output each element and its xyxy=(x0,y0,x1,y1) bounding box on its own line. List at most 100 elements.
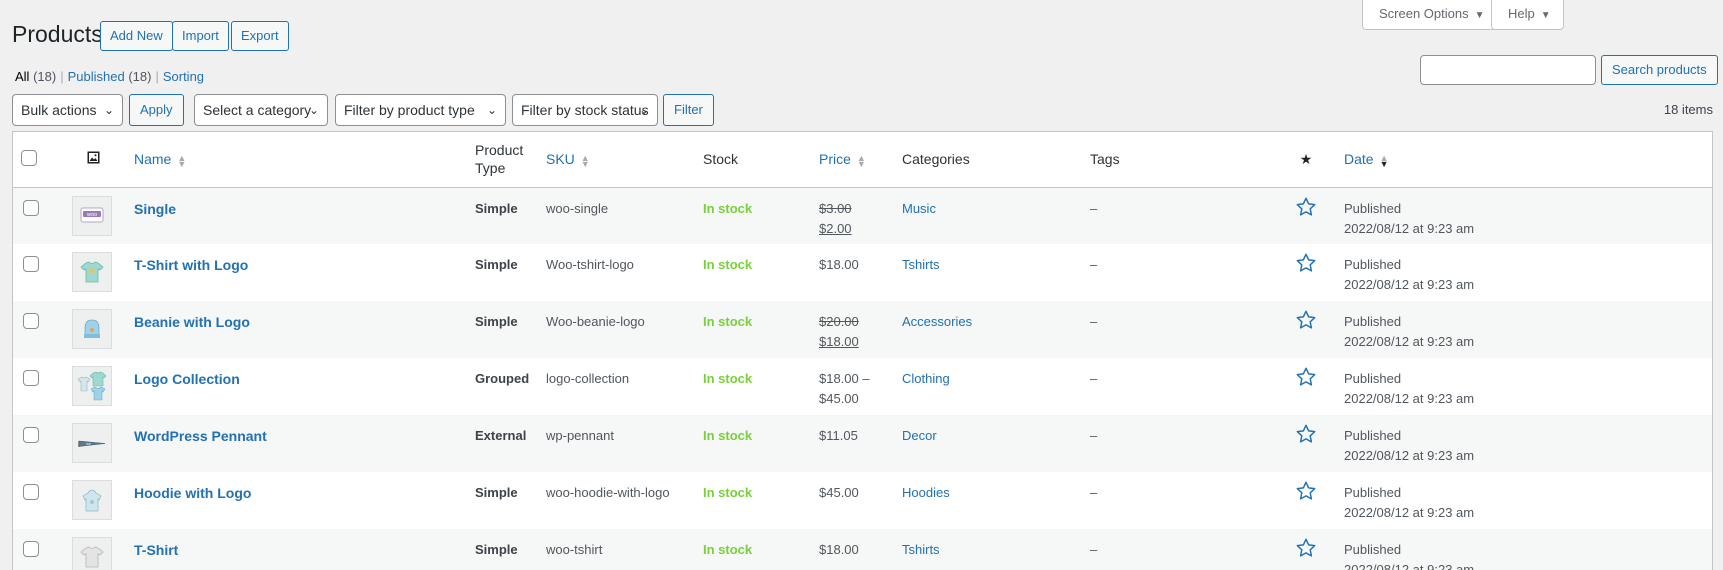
view-sorting[interactable]: Sorting xyxy=(163,69,204,84)
star-outline-icon[interactable] xyxy=(1295,480,1317,502)
post-status: Published xyxy=(1344,257,1402,272)
image-icon xyxy=(87,151,99,164)
column-price-label: Price xyxy=(819,151,851,168)
post-status: Published xyxy=(1344,485,1402,500)
view-published-count: (18) xyxy=(128,69,152,84)
screen-options-label: Screen Options xyxy=(1379,6,1469,21)
view-published[interactable]: Published (18) xyxy=(68,69,152,84)
sku: wp-pennant xyxy=(546,428,614,443)
category-link[interactable]: Accessories xyxy=(902,314,972,329)
page-title: Products xyxy=(12,21,103,47)
row-checkbox[interactable] xyxy=(23,427,39,443)
column-tags: Tags xyxy=(1082,132,1276,188)
product-name-link[interactable]: T-Shirt with Logo xyxy=(134,257,248,273)
product-thumbnail[interactable] xyxy=(72,480,112,520)
import-button[interactable]: Import xyxy=(172,21,229,51)
column-date[interactable]: Date ▲ ▼ xyxy=(1336,132,1712,188)
star-outline-icon[interactable] xyxy=(1295,196,1317,218)
star-outline-icon[interactable] xyxy=(1295,309,1317,331)
sku: woo-tshirt xyxy=(546,542,603,557)
price: $45.00 xyxy=(819,485,859,500)
product-type-select[interactable]: Filter by product type ⌄ xyxy=(335,94,506,126)
hoodie-icon xyxy=(82,489,102,512)
table-row: T-Shirt Simple woo-tshirt In stock $18.0… xyxy=(13,529,1712,570)
product-thumbnail[interactable] xyxy=(72,537,112,570)
regular-price: $20.00 xyxy=(819,314,859,329)
star-outline-icon[interactable] xyxy=(1295,366,1317,388)
post-status: Published xyxy=(1344,314,1402,329)
help-toggle[interactable]: Help ▼ xyxy=(1491,0,1564,30)
sku: logo-collection xyxy=(546,371,630,386)
row-checkbox[interactable] xyxy=(23,199,39,216)
row-checkbox[interactable] xyxy=(23,256,39,272)
search-input[interactable] xyxy=(1420,55,1596,85)
chevron-down-icon: ⌄ xyxy=(486,103,497,117)
product-name-link[interactable]: Beanie with Logo xyxy=(134,314,250,330)
view-all-label: All xyxy=(15,69,30,84)
tshirt-icon xyxy=(80,261,104,283)
product-thumbnail[interactable]: WP xyxy=(72,423,112,463)
sku: woo-hoodie-with-logo xyxy=(546,485,670,500)
row-checkbox[interactable] xyxy=(23,541,39,557)
stock-status-select[interactable]: Filter by stock status ⌄ xyxy=(512,94,658,126)
column-sku[interactable]: SKU ▲ ▼ xyxy=(538,132,695,188)
category-select[interactable]: Select a category ⌄ xyxy=(194,94,328,126)
category-value: Select a category xyxy=(203,102,312,118)
product-name-link[interactable]: Logo Collection xyxy=(134,371,240,387)
row-checkbox[interactable] xyxy=(23,370,39,386)
product-name-link[interactable]: WordPress Pennant xyxy=(134,428,267,444)
view-all[interactable]: All (18) xyxy=(15,69,56,84)
table-row: T-Shirt with Logo Simple Woo-tshirt-logo… xyxy=(13,244,1712,301)
category-link[interactable]: Decor xyxy=(902,428,937,443)
product-thumbnail[interactable] xyxy=(72,366,112,406)
sku: woo-single xyxy=(546,200,609,216)
export-button[interactable]: Export xyxy=(231,21,289,51)
regular-price: $3.00 xyxy=(819,200,852,216)
product-name-link[interactable]: Single xyxy=(134,201,176,217)
product-name-link[interactable]: Hoodie with Logo xyxy=(134,485,251,501)
woo-logo-icon: woo xyxy=(80,207,104,222)
column-price[interactable]: Price ▲ ▼ xyxy=(811,132,894,188)
row-checkbox[interactable] xyxy=(23,484,39,500)
publish-date: 2022/08/12 at 9:23 am xyxy=(1344,505,1475,520)
publish-date: 2022/08/12 at 9:23 am xyxy=(1344,334,1475,349)
publish-date: 2022/08/12 at 9:23 am xyxy=(1344,220,1475,236)
publish-date: 2022/08/12 at 9:23 am xyxy=(1344,391,1475,406)
category-link[interactable]: Music xyxy=(902,201,936,216)
star-outline-icon[interactable] xyxy=(1295,423,1317,445)
screen-options-toggle[interactable]: Screen Options ▼ xyxy=(1362,0,1498,30)
stock-status: In stock xyxy=(703,200,753,216)
product-thumbnail[interactable] xyxy=(72,309,112,349)
bulk-actions-select[interactable]: Bulk actions ⌄ xyxy=(12,94,123,126)
category-link[interactable]: Tshirts xyxy=(902,257,940,272)
star-outline-icon[interactable] xyxy=(1295,252,1317,274)
bulk-actions-value: Bulk actions xyxy=(21,102,97,118)
add-new-button[interactable]: Add New xyxy=(100,21,173,51)
view-all-count: (18) xyxy=(33,69,57,84)
products-table: Name ▲ ▼ Product Type SKU ▲ ▼ Stock Price ▲ ▼ … xyxy=(12,131,1713,570)
beanie-icon xyxy=(84,319,100,338)
apply-button[interactable]: Apply xyxy=(129,94,184,126)
stock-status: In stock xyxy=(703,542,753,557)
product-thumbnail[interactable]: woo xyxy=(72,195,112,236)
product-name-link[interactable]: T-Shirt xyxy=(134,542,178,558)
items-count: 18 items xyxy=(1663,102,1713,117)
tags-value: – xyxy=(1090,485,1098,500)
row-checkbox[interactable] xyxy=(23,313,39,329)
stock-status: In stock xyxy=(703,314,753,329)
select-all-checkbox[interactable] xyxy=(21,149,37,166)
table-row: Logo Collection Grouped logo-collection … xyxy=(13,358,1712,415)
column-date-label: Date xyxy=(1344,151,1374,168)
search-products-button[interactable]: Search products xyxy=(1601,55,1718,85)
category-link[interactable]: Hoodies xyxy=(902,485,950,500)
column-name[interactable]: Name ▲ ▼ xyxy=(126,132,467,188)
star-outline-icon[interactable] xyxy=(1295,537,1317,559)
category-link[interactable]: Tshirts xyxy=(902,542,940,557)
sort-arrows-icon: ▲ ▼ xyxy=(580,152,590,169)
price: $18.00 xyxy=(819,257,859,272)
category-link[interactable]: Clothing xyxy=(902,371,950,386)
product-thumbnail[interactable] xyxy=(72,252,112,292)
star-filled-icon: ★ xyxy=(1299,150,1313,167)
table-header-row: Name ▲ ▼ Product Type SKU ▲ ▼ Stock Price ▲ ▼ … xyxy=(13,132,1712,188)
filter-button[interactable]: Filter xyxy=(663,94,714,126)
